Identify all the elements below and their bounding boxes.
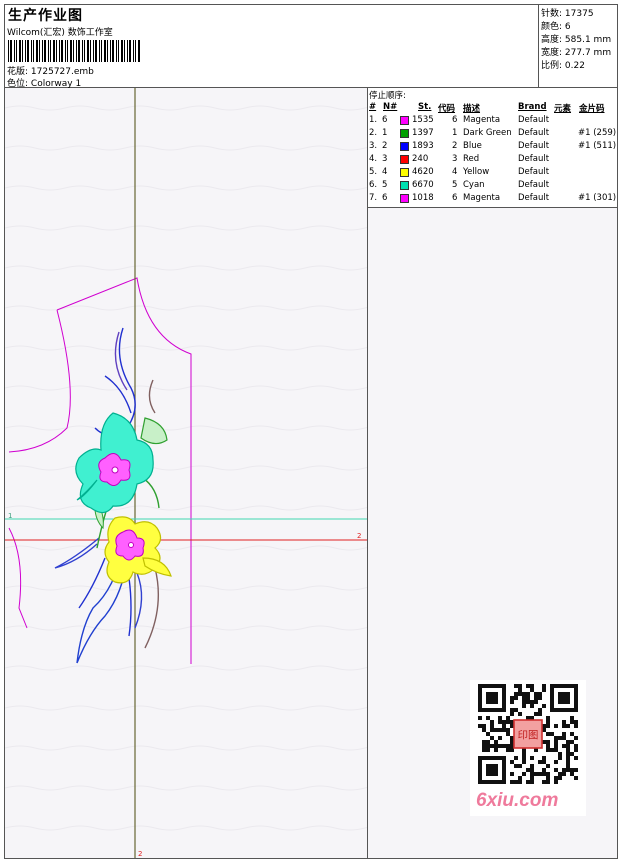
col-code: 代码 [438, 104, 456, 114]
row-code: 1 [452, 128, 458, 138]
row-desc: Dark Green [463, 128, 512, 138]
stop-sequence-row: 1. 6 1535 6 Magenta Default [368, 115, 617, 128]
stop-sequence-title: 停止顺序: [369, 91, 406, 101]
row-brand: Default [518, 193, 550, 203]
row-needle: 6 [382, 115, 388, 125]
row-brand: Default [518, 180, 550, 190]
qr-code-icon: 印图 [478, 684, 578, 784]
row-stitches: 1893 [412, 141, 434, 151]
marker-3: 2 [138, 850, 142, 858]
stop-sequence-row: 5. 4 4620 4 Yellow Default [368, 167, 617, 180]
row-desc: Blue [463, 141, 482, 151]
stop-sequence-row: 7. 6 1018 6 Magenta Default #1 (301) [368, 193, 617, 206]
row-code: 6 [452, 193, 458, 203]
col-hash: # [369, 102, 377, 112]
row-brand: Default [518, 141, 550, 151]
col-desc: 描述 [463, 104, 481, 114]
row-needle: 3 [382, 154, 388, 164]
scale-stat: 比例: 0.22 [541, 61, 585, 71]
marker-1: 1 [8, 512, 12, 520]
row-index: 3. [369, 141, 378, 151]
row-needle: 2 [382, 141, 388, 151]
row-desc: Red [463, 154, 480, 164]
stop-sequence-row: 3. 2 1893 2 Blue Default #1 (511) [368, 141, 617, 154]
row-index: 5. [369, 167, 378, 177]
row-needle: 6 [382, 193, 388, 203]
marker-2: 2 [357, 532, 361, 540]
row-desc: Magenta [463, 115, 501, 125]
stop-sequence-row: 6. 5 6670 5 Cyan Default [368, 180, 617, 193]
row-stitches: 6670 [412, 180, 434, 190]
seal-text: 印图 [518, 729, 539, 741]
row-needle: 4 [382, 167, 388, 177]
row-seq: #1 (511) [578, 141, 617, 151]
stitches-stat: 针数: 17375 [541, 9, 594, 19]
row-index: 6. [369, 180, 378, 190]
row-desc: Yellow [463, 167, 490, 177]
row-seq: #1 (259) [578, 128, 617, 138]
row-stitches: 1535 [412, 115, 434, 125]
row-seq: #1 (301) [578, 193, 617, 203]
qr-watermark: 印图 6xiu.com [470, 680, 586, 816]
row-index: 1. [369, 115, 378, 125]
row-index: 2. [369, 128, 378, 138]
stop-sequence-row: 4. 3 240 3 Red Default [368, 154, 617, 167]
barcode-icon [8, 40, 140, 62]
studio-name: Wilcom(汇宏) 数饰工作室 [7, 28, 113, 38]
color-swatch [400, 181, 409, 190]
stop-sequence-row: 2. 1 1397 1 Dark Green Default #1 (259) [368, 128, 617, 141]
col-seq: 金片码 [579, 104, 605, 114]
row-stitches: 4620 [412, 167, 434, 177]
color-swatch [400, 155, 409, 164]
site-logo: 6xiu.com [476, 790, 559, 811]
row-needle: 1 [382, 128, 388, 138]
color-swatch [400, 142, 409, 151]
design-canvas[interactable]: 1 2 2 [5, 88, 368, 858]
row-brand: Default [518, 167, 550, 177]
row-code: 3 [452, 154, 458, 164]
row-code: 4 [452, 167, 458, 177]
row-code: 2 [452, 141, 458, 151]
col-n: N# [383, 102, 398, 112]
header-panel: 生产作业图 Wilcom(汇宏) 数饰工作室 花版: 1725727.emb 色… [5, 5, 539, 89]
row-stitches: 1018 [412, 193, 434, 203]
row-desc: Cyan [463, 180, 485, 190]
embroidery-preview: 1 2 2 [5, 88, 367, 858]
color-swatch [400, 129, 409, 138]
color-swatch [400, 194, 409, 203]
col-st: St. [418, 102, 432, 112]
row-brand: Default [518, 128, 550, 138]
row-brand: Default [518, 115, 550, 125]
row-index: 7. [369, 193, 378, 203]
stats-panel: 针数: 17375 颜色: 6 高度: 585.1 mm 宽度: 277.7 m… [539, 5, 617, 88]
color-swatch [400, 168, 409, 177]
color-swatch [400, 116, 409, 125]
col-elem: 元素 [554, 104, 572, 114]
row-code: 5 [452, 180, 458, 190]
row-needle: 5 [382, 180, 388, 190]
stop-sequence-table: 停止顺序: # N# St. 代码 描述 Brand 元素 金片码 1. 6 153… [368, 88, 617, 208]
row-code: 6 [452, 115, 458, 125]
row-brand: Default [518, 154, 550, 164]
page-title: 生产作业图 [8, 8, 83, 24]
row-stitches: 240 [412, 154, 429, 164]
width-stat: 宽度: 277.7 mm [541, 48, 612, 58]
row-index: 4. [369, 154, 378, 164]
height-stat: 高度: 585.1 mm [541, 35, 612, 45]
row-desc: Magenta [463, 193, 501, 203]
col-brand: Brand [518, 102, 547, 112]
row-stitches: 1397 [412, 128, 434, 138]
colors-stat: 颜色: 6 [541, 22, 571, 32]
